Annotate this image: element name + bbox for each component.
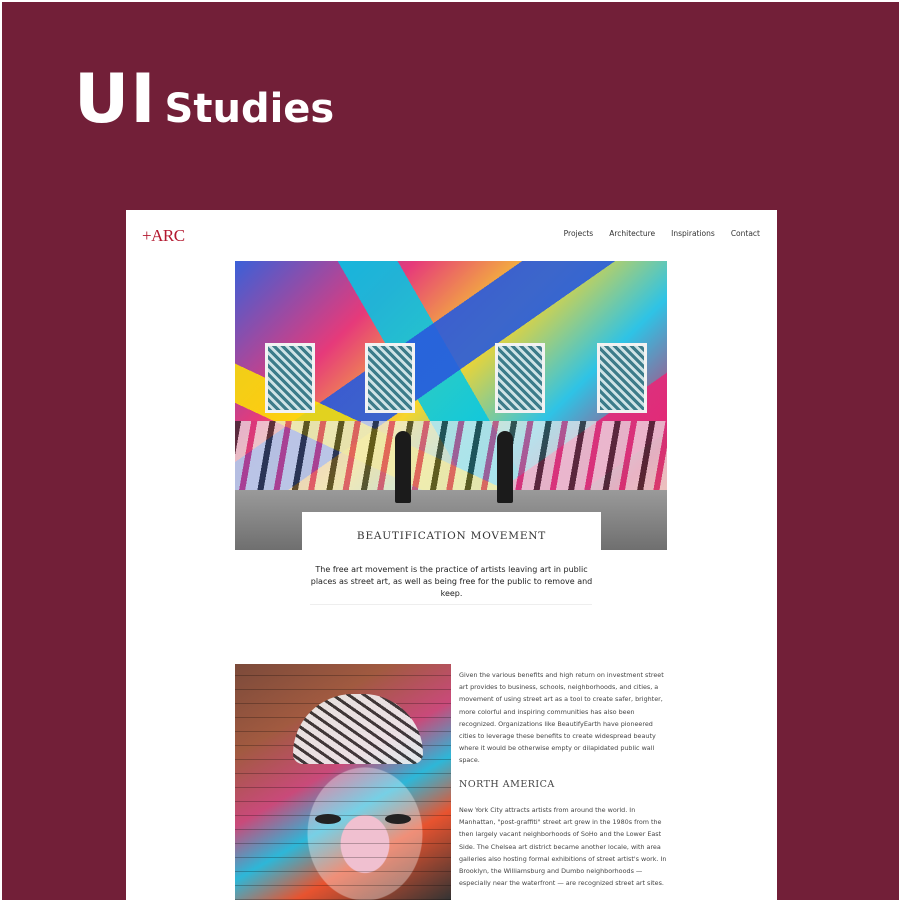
hero-title-big: UI bbox=[74, 60, 157, 139]
mural-portrait-photo bbox=[235, 664, 451, 900]
window bbox=[265, 343, 315, 413]
article-paragraph-2: New York City attracts artists from arou… bbox=[459, 806, 667, 888]
article-paragraph-1: Given the various benefits and high retu… bbox=[459, 671, 664, 765]
eye-shape bbox=[315, 814, 341, 824]
graffiti-band bbox=[235, 421, 667, 491]
nav-link-contact[interactable]: Contact bbox=[731, 229, 760, 238]
street-art-wall-photo bbox=[235, 261, 667, 550]
main-nav: Projects Architecture Inspirations Conta… bbox=[564, 229, 760, 238]
feature-text: The free art movement is the practice of… bbox=[310, 565, 593, 598]
eye-shape bbox=[385, 814, 411, 824]
caption-divider bbox=[310, 604, 592, 605]
hero-title: UI Studies bbox=[74, 60, 334, 139]
website-mockup: +ARC Projects Architecture Inspirations … bbox=[126, 210, 777, 900]
nav-link-inspirations[interactable]: Inspirations bbox=[671, 229, 715, 238]
window bbox=[365, 343, 415, 413]
hero-title-small: Studies bbox=[164, 86, 335, 132]
site-logo[interactable]: +ARC bbox=[142, 226, 185, 246]
nav-link-architecture[interactable]: Architecture bbox=[609, 229, 655, 238]
feature-caption-card: BEAUTIFICATION MOVEMENT The free art mov… bbox=[302, 512, 601, 604]
section-title-north-america: NORTH AMERICA bbox=[459, 779, 555, 790]
window bbox=[495, 343, 545, 413]
window bbox=[597, 343, 647, 413]
feature-title: BEAUTIFICATION MOVEMENT bbox=[356, 530, 547, 542]
pedestrian-figure bbox=[395, 431, 411, 503]
pedestrian-figure bbox=[497, 431, 513, 503]
nav-link-projects[interactable]: Projects bbox=[564, 229, 594, 238]
